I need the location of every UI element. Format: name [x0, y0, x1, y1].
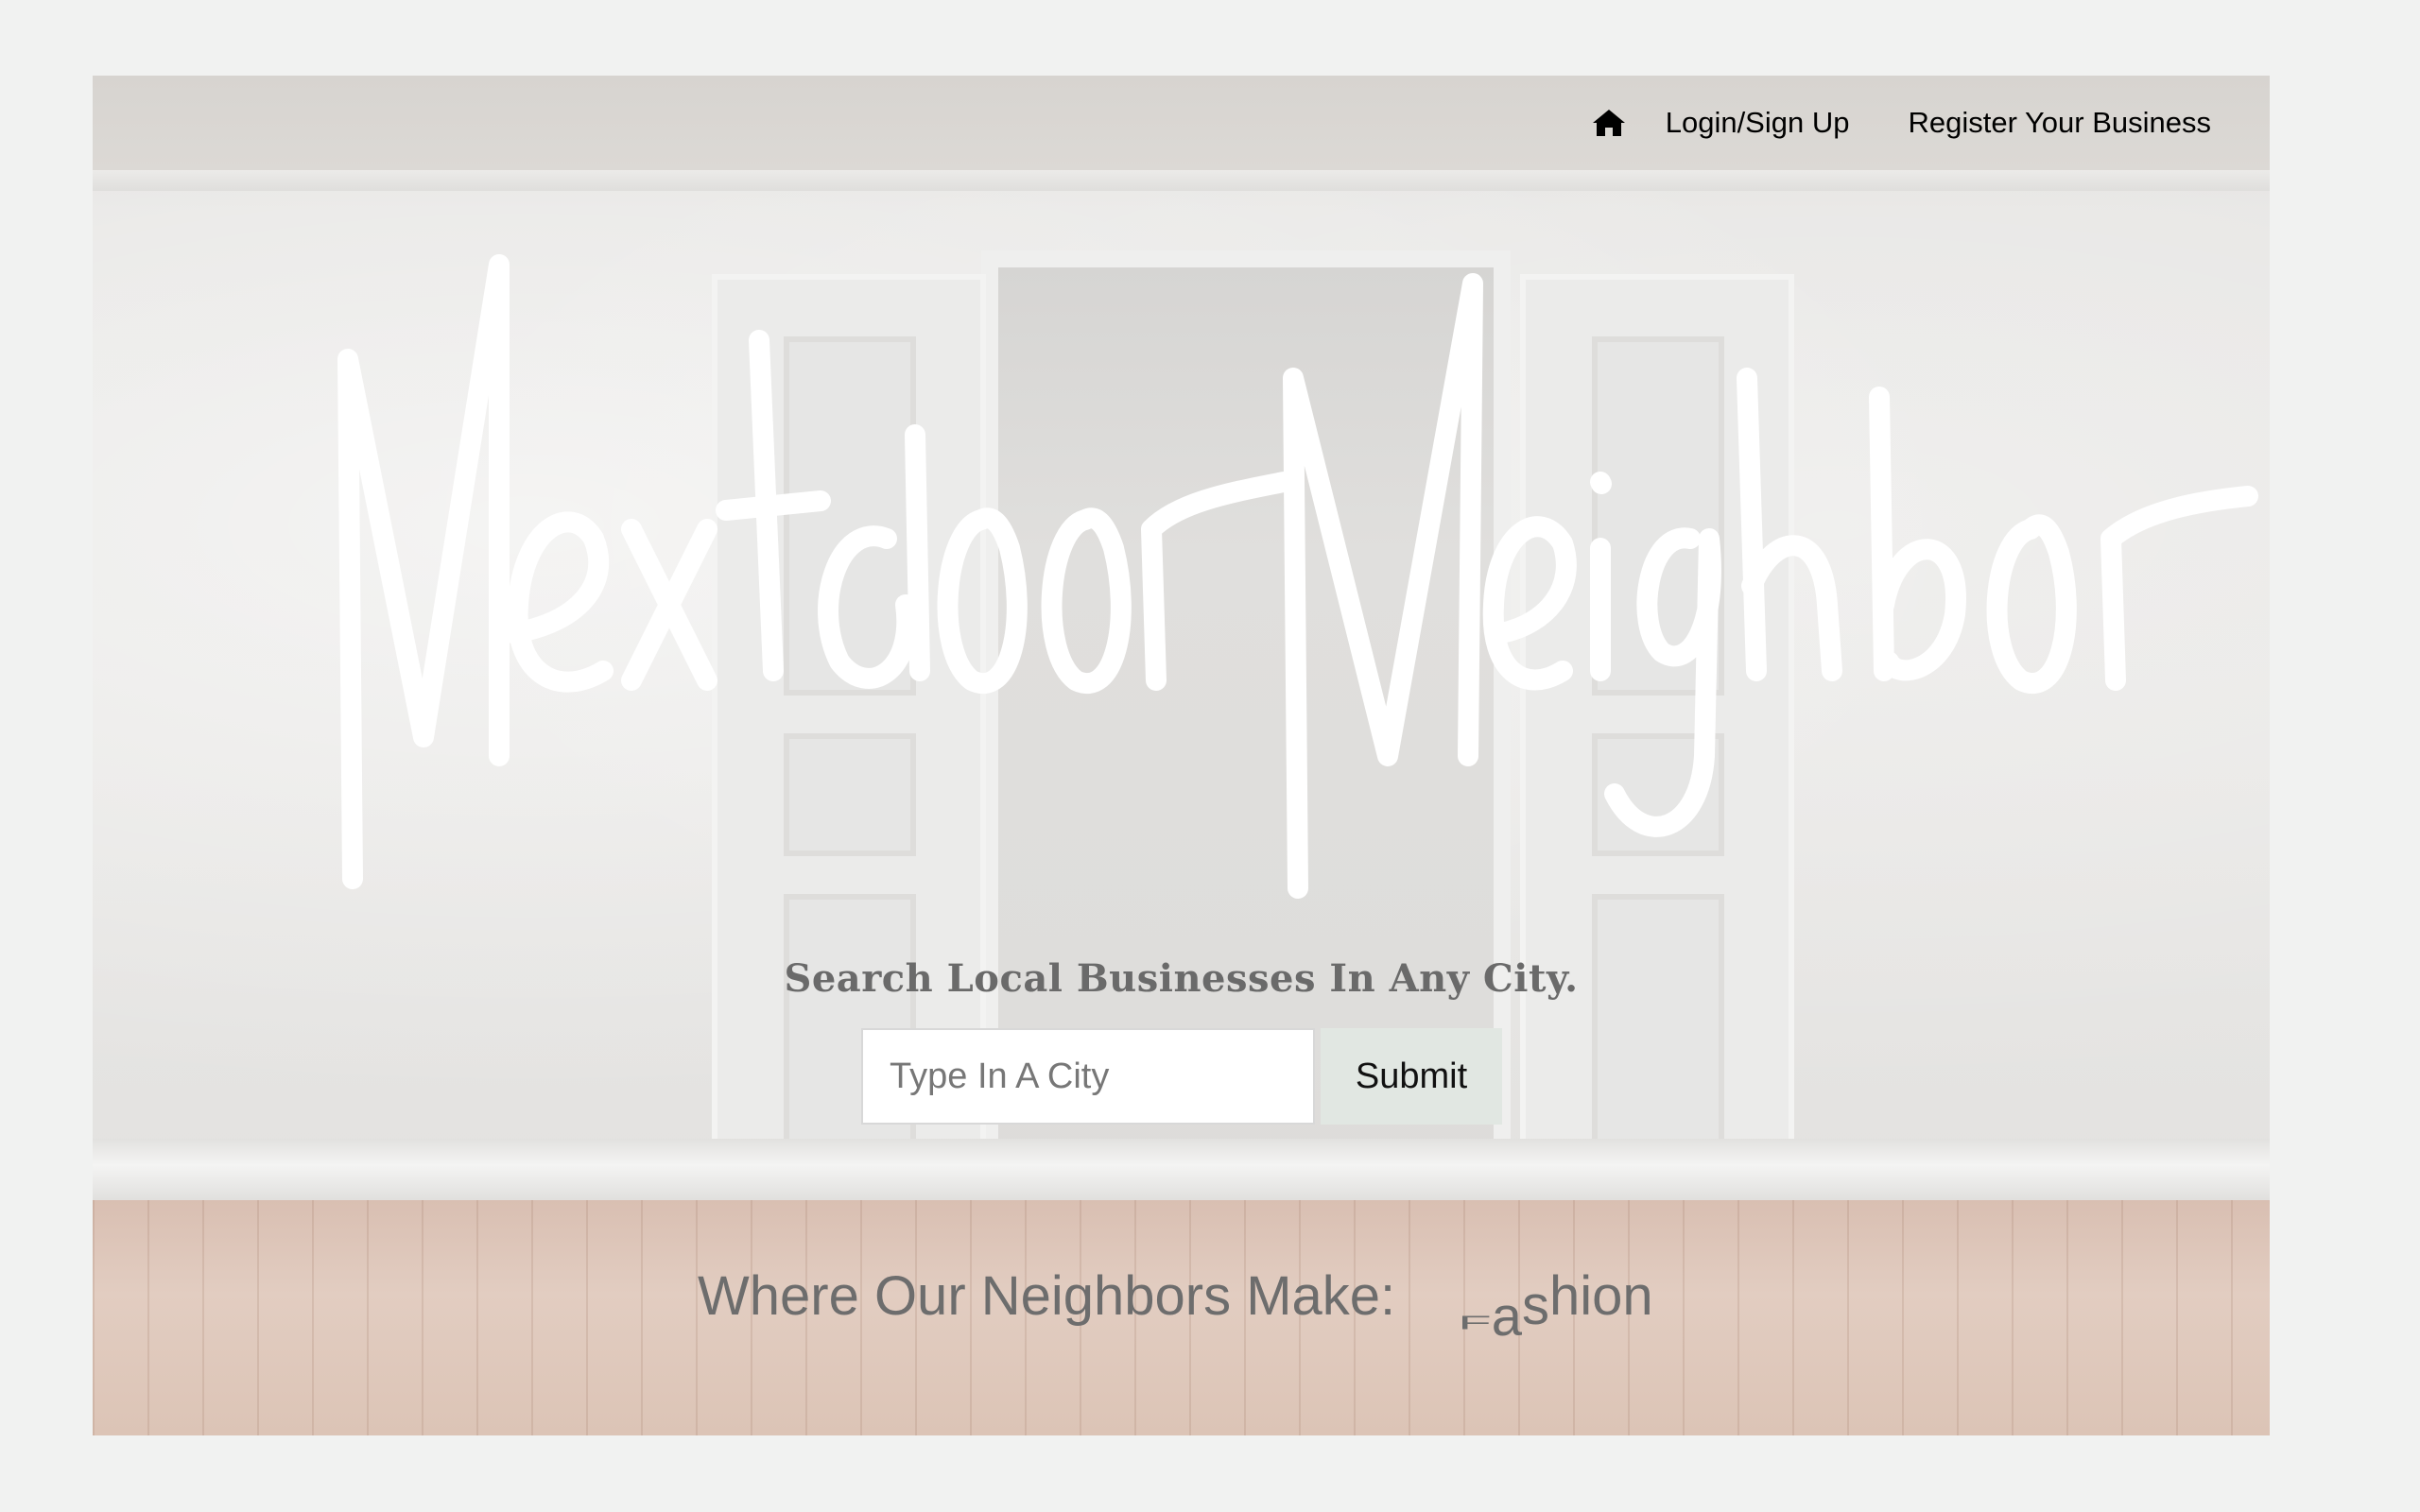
submit-button[interactable]: Submit — [1321, 1028, 1502, 1125]
door-panel — [1592, 894, 1724, 1177]
background-baseboard — [93, 1139, 2270, 1205]
city-search-input[interactable] — [861, 1028, 1315, 1125]
top-navigation: Login/Sign Up Register Your Business — [93, 76, 2270, 170]
rotating-word-letter: h — [1549, 1265, 1581, 1327]
search-heading: Search Local Businesses In Any City. — [784, 956, 1579, 1001]
tagline-rotating-word: Fashion — [1458, 1264, 1653, 1348]
rotating-word-letter: o — [1592, 1265, 1623, 1327]
tagline: Where Our Neighbors Make: Fashion — [698, 1264, 1653, 1348]
nav-link-register-business[interactable]: Register Your Business — [1908, 106, 2211, 140]
nav-link-login[interactable]: Login/Sign Up — [1666, 106, 1850, 140]
hero-section: Login/Sign Up Register Your Business Sea… — [93, 76, 2270, 1435]
rotating-word-letter: F — [1458, 1312, 1492, 1333]
tagline-prefix: Where Our Neighbors Make: — [698, 1265, 1396, 1327]
rotating-word-letter: i — [1580, 1265, 1593, 1327]
rotating-word-text: Fashion — [1458, 1264, 1653, 1348]
rotating-word-letter: n — [1622, 1265, 1653, 1327]
rotating-word-letter: s — [1522, 1275, 1549, 1336]
rotating-word-letter: a — [1491, 1286, 1522, 1348]
background-crown-molding — [93, 170, 2270, 191]
home-icon[interactable] — [1590, 104, 1628, 142]
brand-title-logo — [337, 254, 2258, 899]
